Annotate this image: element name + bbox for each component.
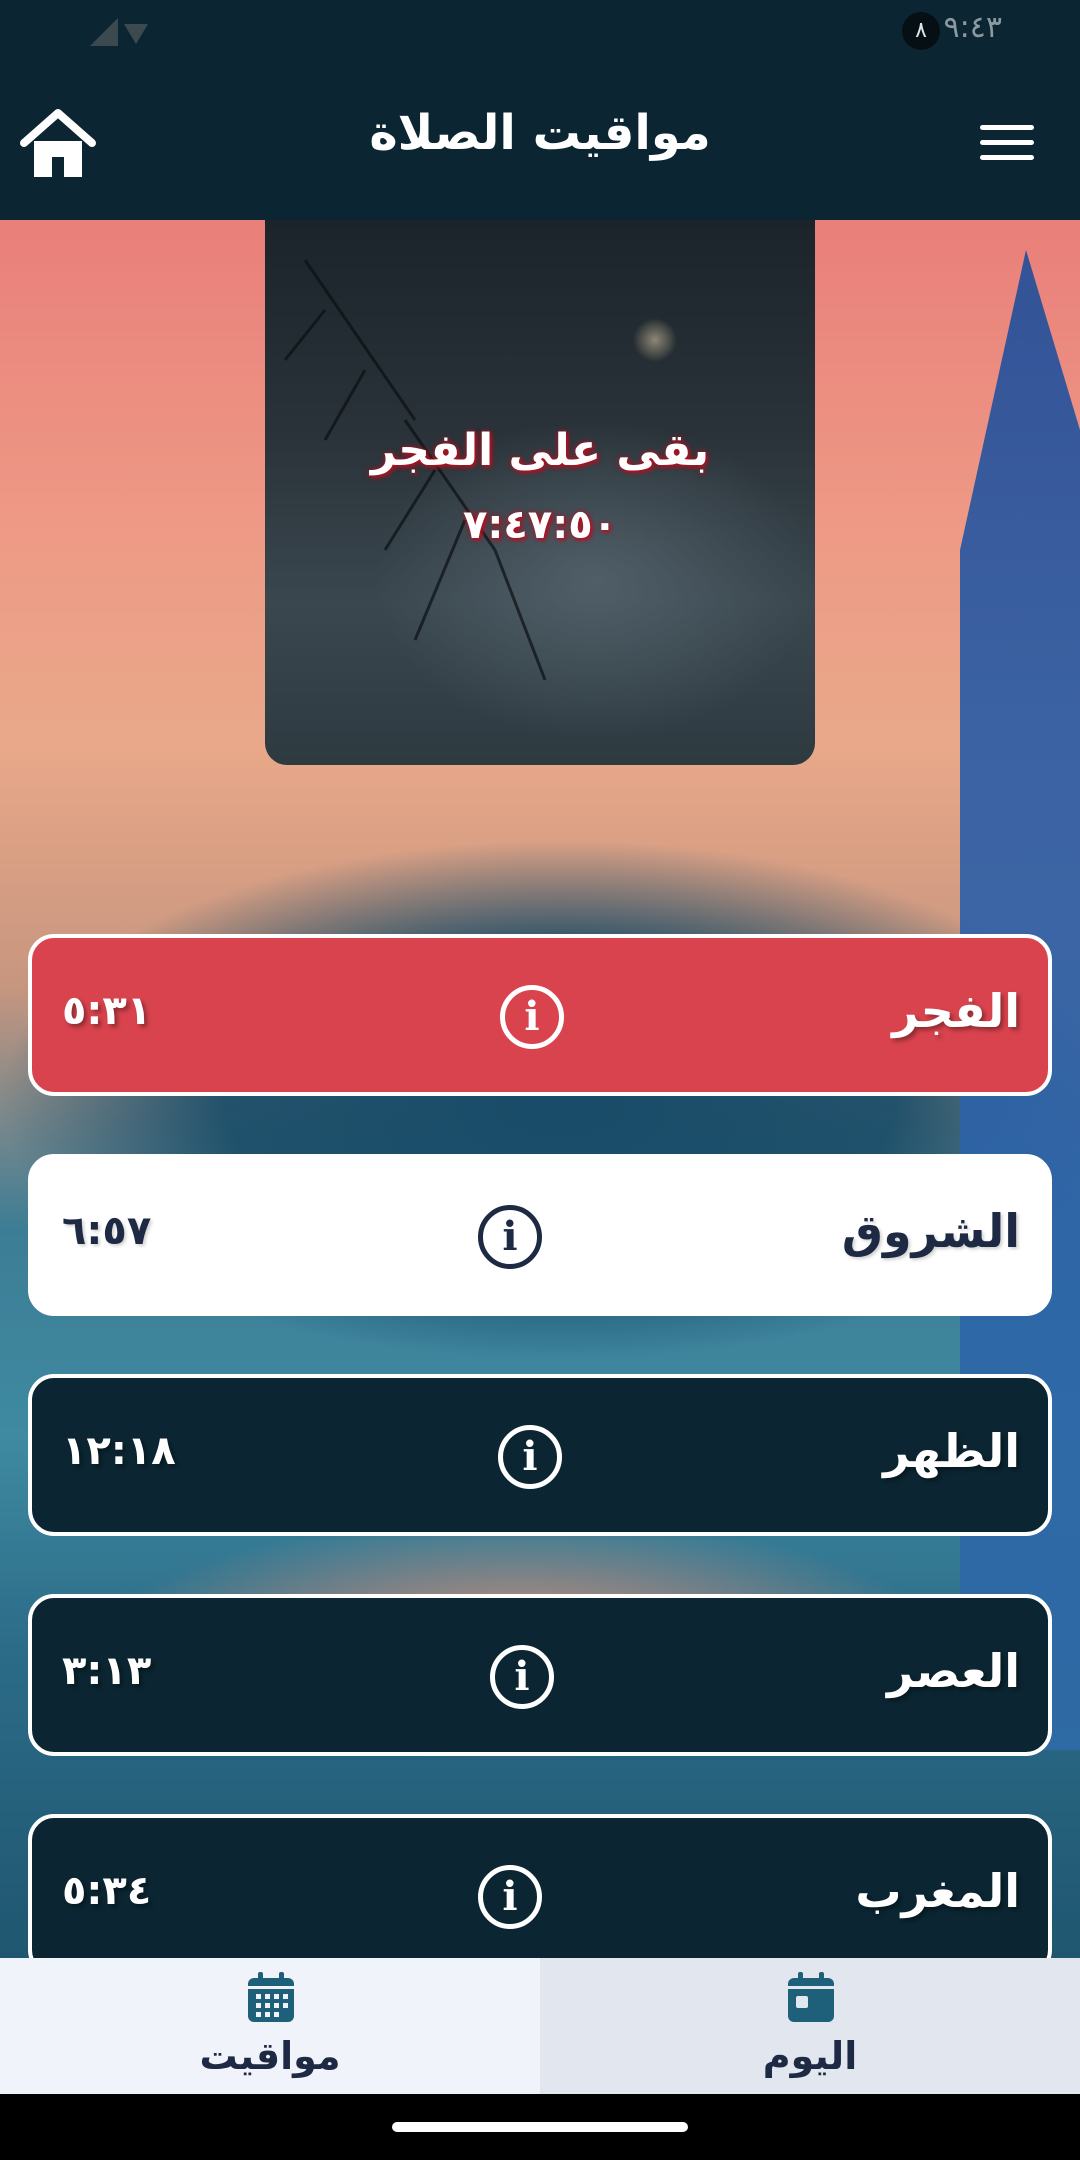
countdown-value: ٧:٤٧:٥٠ — [462, 502, 618, 548]
nav-label: اليوم — [762, 2034, 858, 2078]
nav-item-timings[interactable]: مواقيت — [0, 1958, 540, 2094]
prayer-name: الظهر — [883, 1424, 1020, 1478]
prayer-time: ٦:٥٧ — [62, 1208, 152, 1254]
info-icon[interactable]: i — [500, 985, 564, 1049]
countdown-card: بقى على الفجر ٧:٤٧:٥٠ — [265, 220, 815, 765]
prayer-name: المغرب — [855, 1864, 1020, 1918]
calendar-grid-icon — [248, 1972, 294, 2022]
nav-item-today[interactable]: اليوم — [540, 1958, 1080, 2094]
info-icon[interactable]: i — [498, 1425, 562, 1489]
info-icon[interactable]: i — [478, 1865, 542, 1929]
info-icon[interactable]: i — [490, 1645, 554, 1709]
prayer-row-asr[interactable]: العصر i ٣:١٣ — [28, 1594, 1052, 1756]
status-time: ٩:٤٣ — [943, 10, 1002, 45]
prayer-name: الفجر — [892, 984, 1020, 1038]
prayer-time: ١٢:١٨ — [62, 1428, 176, 1474]
menu-icon[interactable] — [980, 125, 1034, 165]
calendar-today-icon — [788, 1972, 834, 2022]
prayer-name: العصر — [887, 1644, 1020, 1698]
prayer-row-maghrib[interactable]: المغرب i ٥:٣٤ — [28, 1814, 1052, 1976]
prayer-row-dhuhr[interactable]: الظهر i ١٢:١٨ — [28, 1374, 1052, 1536]
prayer-row-sunrise[interactable]: الشروق i ٦:٥٧ — [28, 1154, 1052, 1316]
bottom-navigation: مواقيت اليوم — [0, 1958, 1080, 2094]
prayer-time: ٣:١٣ — [62, 1648, 152, 1694]
countdown-label: بقى على الفجر — [370, 425, 710, 476]
gesture-bar — [0, 2094, 1080, 2160]
app-bar: مواقيت الصلاة — [0, 60, 1080, 220]
prayer-time: ٥:٣١ — [62, 988, 152, 1034]
page-title: مواقيت الصلاة — [369, 105, 711, 161]
prayer-time: ٥:٣٤ — [62, 1868, 152, 1914]
signal-wifi-icons — [90, 18, 148, 46]
prayer-row-fajr[interactable]: الفجر i ٥:٣١ — [28, 934, 1052, 1096]
notification-badge: ٨ — [902, 12, 940, 50]
home-gesture-handle[interactable] — [392, 2122, 688, 2132]
prayer-name: الشروق — [841, 1204, 1020, 1258]
branch-silhouette — [283, 259, 547, 681]
nav-label: مواقيت — [199, 2034, 341, 2078]
status-bar: ٨ ٩:٤٣ — [0, 0, 1080, 60]
info-icon[interactable]: i — [478, 1205, 542, 1269]
